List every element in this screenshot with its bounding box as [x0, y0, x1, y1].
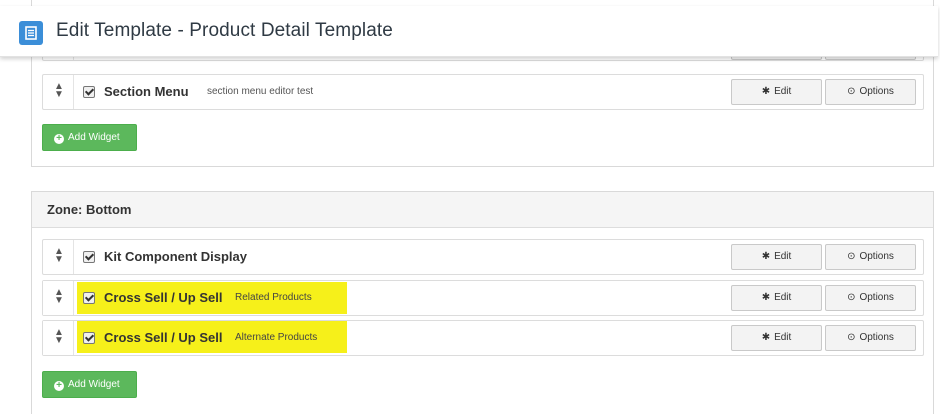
widget-enabled-checkbox[interactable]: [83, 292, 95, 304]
options-circle-icon: ⊙: [847, 251, 856, 262]
widget-title: Section Menu: [104, 84, 189, 99]
options-circle-icon: ⊙: [847, 332, 856, 343]
gear-icon: ✱: [761, 86, 771, 97]
sort-arrows-icon[interactable]: ▲ ▼: [54, 328, 64, 346]
widget-row-kit-component: ▲ ▼ Kit Component Display ✱ Edit ⊙ Options: [42, 239, 924, 275]
widget-subtitle: section menu editor test: [207, 86, 314, 97]
widget-title: Kit Component Display: [104, 249, 248, 264]
edit-label: Edit: [774, 332, 792, 343]
page-title: Edit Template - Product Detail Template: [56, 20, 393, 41]
page-header: Edit Template - Product Detail Template: [0, 6, 938, 57]
widget-enabled-checkbox[interactable]: [83, 332, 95, 344]
widget-subtitle: Alternate Products: [235, 332, 318, 343]
edit-button[interactable]: ✱ Edit: [731, 325, 822, 351]
sort-arrows-icon[interactable]: ▲ ▼: [54, 288, 64, 306]
options-label: Options: [859, 86, 894, 97]
widget-row-section-menu: ▲ ▼ Section Menu section menu editor test…: [42, 74, 924, 110]
edit-button[interactable]: ✱ Edit: [731, 285, 822, 311]
options-label: Options: [859, 251, 894, 262]
drag-handle[interactable]: ▲ ▼: [43, 281, 74, 315]
plus-icon: +: [54, 381, 64, 391]
widget-enabled-checkbox[interactable]: [83, 86, 95, 98]
drag-handle[interactable]: ▲ ▼: [43, 321, 74, 355]
edit-label: Edit: [774, 251, 792, 262]
options-button[interactable]: ⊙ Options: [825, 79, 916, 105]
edit-button[interactable]: ✱ Edit: [731, 79, 822, 105]
gear-icon: ✱: [761, 251, 771, 262]
edit-label: Edit: [774, 86, 792, 97]
widget-enabled-checkbox[interactable]: [83, 251, 95, 263]
sort-arrows-icon[interactable]: ▲ ▼: [54, 247, 64, 265]
options-button[interactable]: ⊙ Options: [825, 285, 916, 311]
widget-row-cross-sell-alternate: ▲ ▼ Cross Sell / Up Sell Alternate Produc…: [42, 320, 924, 356]
options-circle-icon: ⊙: [847, 86, 856, 97]
document-icon: [19, 21, 43, 45]
zone-title: Zone: Bottom: [47, 202, 132, 217]
drag-handle[interactable]: ▲ ▼: [43, 75, 74, 109]
drag-handle[interactable]: ▲ ▼: [43, 240, 74, 274]
gear-icon: ✱: [761, 292, 771, 303]
options-button[interactable]: ⊙ Options: [825, 325, 916, 351]
options-button[interactable]: ⊙ Options: [825, 244, 916, 270]
options-label: Options: [859, 292, 894, 303]
plus-icon: +: [54, 134, 64, 144]
widget-subtitle: Related Products: [235, 292, 312, 303]
add-widget-label: Add Widget: [68, 379, 120, 390]
zone-heading: Zone: Bottom: [32, 192, 933, 228]
edit-button[interactable]: ✱ Edit: [731, 244, 822, 270]
add-widget-label: Add Widget: [68, 132, 120, 143]
options-circle-icon: ⊙: [847, 292, 856, 303]
edit-label: Edit: [774, 292, 792, 303]
sort-arrows-icon[interactable]: ▲ ▼: [54, 82, 64, 100]
add-widget-button-top[interactable]: + Add Widget: [42, 124, 137, 151]
options-label: Options: [859, 332, 894, 343]
widget-row-cross-sell-related: ▲ ▼ Cross Sell / Up Sell Related Products…: [42, 280, 924, 316]
gear-icon: ✱: [761, 332, 771, 343]
widget-title: Cross Sell / Up Sell: [104, 330, 223, 345]
add-widget-button-bottom[interactable]: + Add Widget: [42, 371, 137, 398]
widget-title: Cross Sell / Up Sell: [104, 290, 223, 305]
